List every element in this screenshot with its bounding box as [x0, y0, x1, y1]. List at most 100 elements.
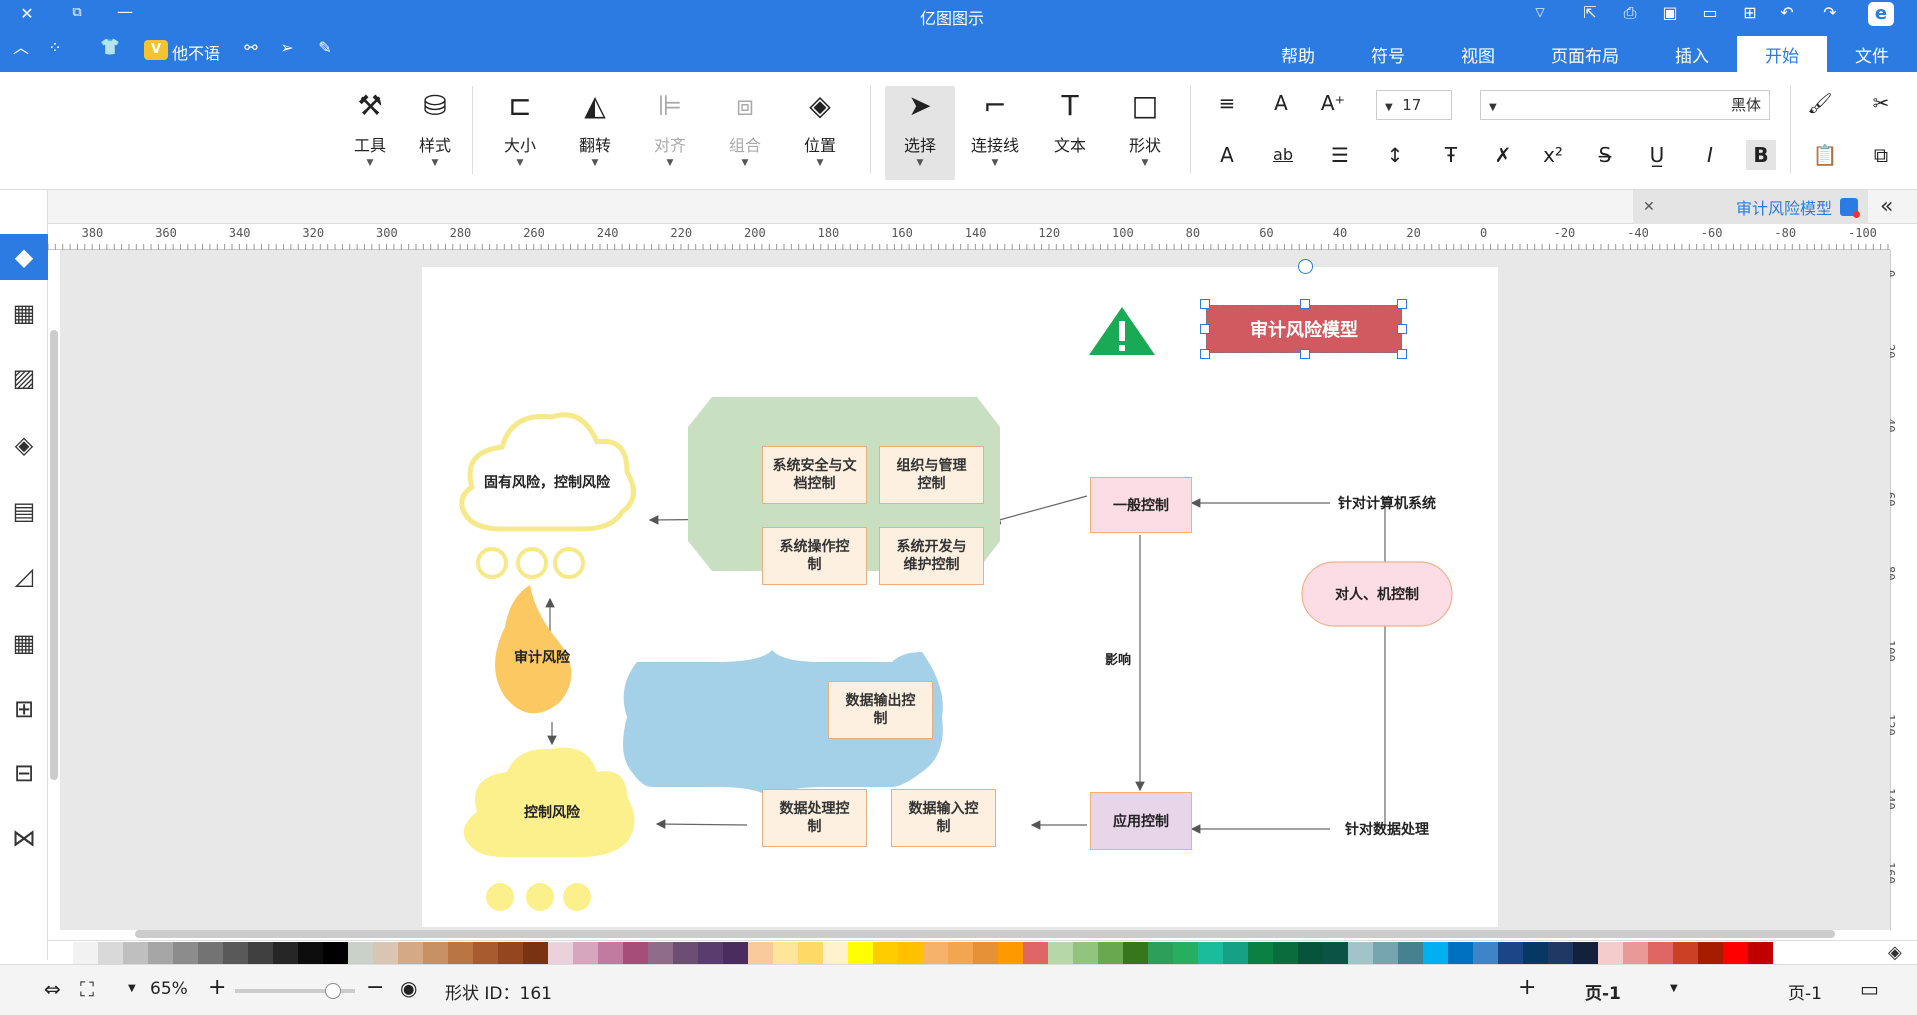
color-swatch[interactable]	[323, 942, 348, 964]
flip-button[interactable]: ◭ 翻转 ▼	[560, 86, 630, 180]
resize-handle[interactable]	[1300, 349, 1310, 359]
color-swatch[interactable]	[998, 942, 1023, 964]
page-label[interactable]: 页-1	[1788, 979, 1822, 1004]
fit-page-icon[interactable]: ⇔	[44, 977, 61, 1001]
label-for-data[interactable]: 针对数据处理	[1322, 817, 1452, 841]
bullets-icon[interactable]: ☰	[1325, 140, 1355, 170]
green-item[interactable]: 组织与管理控制	[879, 446, 984, 504]
connector-button[interactable]: ⌐ 连接线 ▼	[960, 86, 1030, 180]
drawing-page[interactable]: 审计风险模型 针对计算机系统 针对数据处理 对人、机控制 一般控制 应用控制 影…	[422, 259, 1498, 927]
italic-icon[interactable]: I	[1695, 140, 1725, 170]
grid-icon[interactable]: ▦	[0, 290, 48, 336]
save-icon[interactable]: ▣	[1655, 5, 1685, 21]
blue-item[interactable]: 数据输入控制	[891, 789, 996, 847]
color-swatch[interactable]	[1698, 942, 1723, 964]
color-swatch[interactable]	[523, 942, 548, 964]
close-icon[interactable]: ✕	[12, 6, 42, 22]
color-swatch[interactable]	[1298, 942, 1323, 964]
align-button[interactable]: ⊫ 对齐 ▼	[635, 86, 705, 180]
select-button[interactable]: ➤ 选择 ▼	[885, 86, 955, 180]
color-swatch[interactable]	[1098, 942, 1123, 964]
blue-item[interactable]: 数据输出控制	[828, 681, 933, 739]
font-decrease-icon[interactable]: A	[1266, 88, 1296, 118]
table-icon[interactable]: ▦	[0, 620, 48, 666]
color-swatch[interactable]	[1498, 942, 1523, 964]
resize-handle[interactable]	[1397, 324, 1407, 334]
blue-item[interactable]: 数据处理控制	[762, 789, 867, 847]
text-case-icon[interactable]: Ŧ	[1436, 140, 1466, 170]
color-swatch[interactable]	[248, 942, 273, 964]
color-swatch[interactable]	[1598, 942, 1623, 964]
paste-icon[interactable]: 📋	[1810, 140, 1840, 170]
zoom-slider[interactable]	[235, 983, 355, 999]
image-icon[interactable]: ▨	[0, 355, 48, 401]
color-swatch[interactable]	[1573, 942, 1598, 964]
color-swatch[interactable]	[1473, 942, 1498, 964]
color-swatch[interactable]	[1048, 942, 1073, 964]
color-swatch[interactable]	[48, 942, 73, 964]
color-swatch[interactable]	[848, 942, 873, 964]
bold-icon[interactable]: B	[1746, 140, 1776, 170]
tool-button[interactable]: ⚒ 工具 ▼	[335, 86, 405, 180]
apps-icon[interactable]: ⁘	[40, 40, 70, 56]
group-button[interactable]: ⧈ 组合 ▼	[710, 86, 780, 180]
canvas-area[interactable]: 审计风险模型 针对计算机系统 针对数据处理 对人、机控制 一般控制 应用控制 影…	[60, 250, 1890, 930]
share-icon[interactable]: ⚯	[236, 40, 266, 56]
tab-insert[interactable]: 插入	[1647, 36, 1737, 72]
color-swatch[interactable]	[898, 942, 923, 964]
color-swatch[interactable]	[1373, 942, 1398, 964]
shape-button[interactable]: □ 形状 ▼	[1110, 86, 1180, 180]
color-swatch[interactable]	[1123, 942, 1148, 964]
export-icon[interactable]: ⇱	[1575, 5, 1605, 21]
collapse-panel-icon[interactable]: «	[1880, 194, 1893, 219]
mindmap-icon[interactable]: ⋈	[0, 815, 48, 861]
color-swatch[interactable]	[873, 942, 898, 964]
green-item[interactable]: 系统开发与维护控制	[879, 527, 984, 585]
color-swatch[interactable]	[1398, 942, 1423, 964]
color-swatch[interactable]	[573, 942, 598, 964]
fill-icon[interactable]: ◈	[1888, 942, 1902, 963]
color-swatch[interactable]	[1248, 942, 1273, 964]
color-swatch[interactable]	[923, 942, 948, 964]
font-name-select[interactable]: ▼ 黑体	[1480, 90, 1770, 120]
tab-home[interactable]: 开始	[1737, 36, 1827, 72]
font-increase-icon[interactable]: A⁺	[1318, 88, 1348, 118]
shirt-icon[interactable]: 👕	[95, 39, 125, 55]
resize-handle[interactable]	[1200, 324, 1210, 334]
color-swatch[interactable]	[1023, 942, 1048, 964]
color-swatch[interactable]	[1748, 942, 1773, 964]
color-swatch[interactable]	[1673, 942, 1698, 964]
dropdown-icon[interactable]: ▽	[1525, 6, 1555, 18]
color-swatch[interactable]	[1198, 942, 1223, 964]
undo-icon[interactable]: ↶	[1772, 5, 1802, 21]
color-swatch[interactable]	[648, 942, 673, 964]
user-name[interactable]: 他不语	[172, 40, 220, 64]
cut-icon[interactable]: ✂	[1866, 88, 1896, 118]
document-tab[interactable]: ✕ 审计风险模型	[1633, 190, 1868, 224]
position-button[interactable]: ◈ 位置 ▼	[785, 86, 855, 180]
style-button[interactable]: ⛁ 样式 ▼	[400, 86, 470, 180]
color-swatch[interactable]	[548, 942, 573, 964]
page-view-icon[interactable]: ▭	[1860, 977, 1879, 1001]
color-swatch[interactable]	[1223, 942, 1248, 964]
highlight-icon[interactable]: ab	[1268, 140, 1298, 170]
resize-handle[interactable]	[1397, 349, 1407, 359]
zoom-slider-thumb[interactable]	[325, 983, 341, 999]
color-swatch[interactable]	[698, 942, 723, 964]
page-tab-active[interactable]: 页-1	[1585, 979, 1621, 1004]
resize-handle[interactable]	[1397, 299, 1407, 309]
influence-label[interactable]: 影响	[1100, 647, 1136, 669]
outline-icon[interactable]: ⊟	[0, 750, 48, 796]
align-list-icon[interactable]: ≡	[1212, 88, 1242, 118]
color-swatch[interactable]	[98, 942, 123, 964]
zoom-value[interactable]: 65%	[150, 979, 188, 999]
layers-icon[interactable]: ◈	[0, 422, 48, 468]
color-swatch[interactable]	[1448, 942, 1473, 964]
color-swatch[interactable]	[223, 942, 248, 964]
color-swatch[interactable]	[73, 942, 98, 964]
color-swatch[interactable]	[1273, 942, 1298, 964]
add-page-icon[interactable]: +	[1518, 975, 1536, 1000]
color-swatch[interactable]	[498, 942, 523, 964]
color-swatch[interactable]	[348, 942, 373, 964]
chevron-down-icon[interactable]: ▼	[1670, 983, 1678, 994]
